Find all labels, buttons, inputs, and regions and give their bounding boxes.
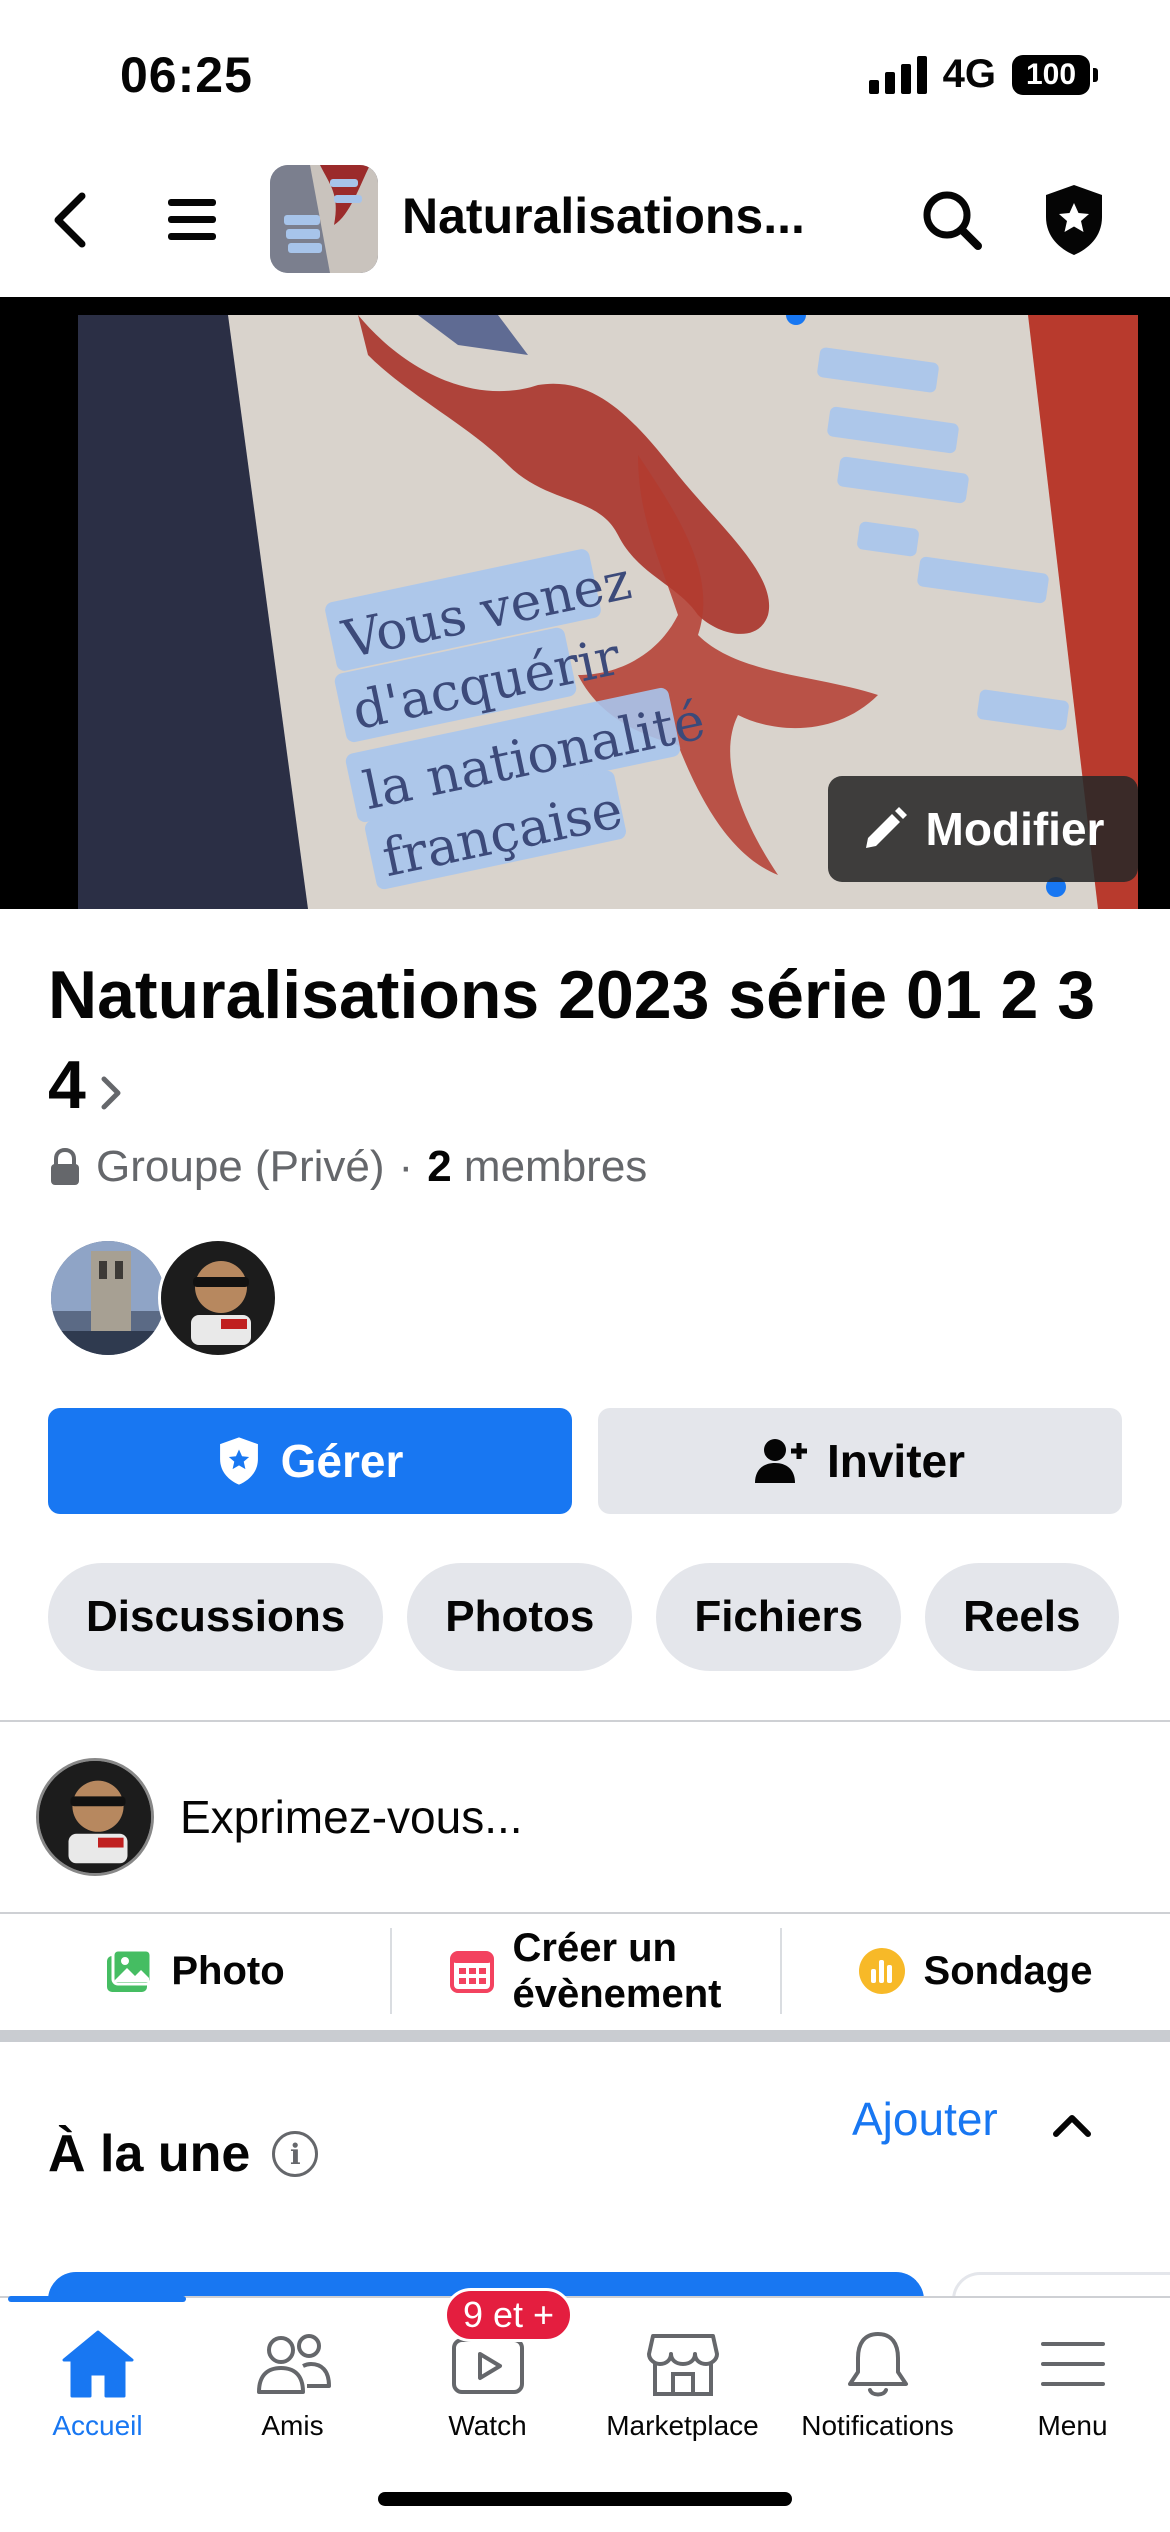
nav-menu[interactable]: Menu: [975, 2328, 1170, 2442]
group-tabs: Discussions Photos Fichiers Reels: [48, 1563, 1119, 1671]
friends-icon: [256, 2334, 331, 2394]
admin-shield-icon[interactable]: [1036, 182, 1112, 258]
nav-home-label: Accueil: [52, 2410, 143, 2441]
group-thumbnail[interactable]: [270, 165, 378, 273]
lock-icon: [51, 1147, 79, 1185]
nav-watch-label: Watch: [448, 2410, 527, 2441]
nav-marketplace-label: Marketplace: [606, 2410, 759, 2441]
status-bar: 06:25 4G 100: [0, 0, 1170, 150]
status-time: 06:25: [120, 47, 253, 103]
featured-title-text: À la une: [48, 2125, 251, 2183]
tab-files[interactable]: Fichiers: [656, 1563, 902, 1671]
group-name[interactable]: Naturalisations 2023 série 01 2 3 4: [48, 950, 1128, 1135]
shield-star-icon: [219, 1437, 258, 1485]
home-icon: [62, 2330, 133, 2398]
edit-cover-label: Modifier: [925, 803, 1105, 855]
group-meta[interactable]: Groupe (Privé) · 2 membres: [48, 1142, 647, 1192]
add-person-icon: [754, 1439, 807, 1483]
member-count: 2: [427, 1142, 452, 1191]
battery-icon: 100: [1012, 54, 1098, 95]
chevron-up-icon[interactable]: [1050, 2110, 1094, 2145]
member-avatars[interactable]: [48, 1238, 278, 1362]
nav-notifications-label: Notifications: [801, 2410, 954, 2441]
header-title[interactable]: Naturalisations...: [402, 187, 805, 245]
pencil-icon: [865, 807, 907, 848]
network-type: 4G: [942, 52, 996, 96]
calendar-icon: [449, 1951, 494, 1993]
nav-marketplace[interactable]: Marketplace: [585, 2328, 780, 2442]
avatar[interactable]: [48, 1238, 168, 1358]
nav-watch[interactable]: Watch: [390, 2328, 585, 2442]
featured-add-link[interactable]: Ajouter: [852, 2092, 998, 2146]
nav-friends-label: Amis: [261, 2410, 324, 2441]
poll-icon: [858, 1948, 905, 1994]
manage-button[interactable]: Gérer: [48, 1408, 572, 1514]
edit-cover-button[interactable]: Modifier: [828, 776, 1138, 882]
group-header: Naturalisations...: [0, 160, 1170, 280]
menu-icon: [1040, 2342, 1105, 2386]
status-indicators: 4G 100: [868, 52, 1098, 97]
watch-notification-badge: 9 et +: [444, 2288, 574, 2342]
event-action-label: Créer un évènement: [513, 1925, 722, 2017]
home-indicator[interactable]: [378, 2492, 792, 2506]
nav-menu-label: Menu: [1037, 2410, 1108, 2441]
tab-photos[interactable]: Photos: [407, 1563, 633, 1671]
active-tab-indicator: [8, 2296, 186, 2302]
meta-separator: ·: [398, 1142, 414, 1191]
battery-level: 100: [1025, 57, 1077, 91]
back-icon[interactable]: [32, 182, 108, 258]
invite-label: Inviter: [826, 1435, 966, 1487]
poll-action-label: Sondage: [923, 1948, 1093, 1993]
signal-icon: [868, 55, 927, 94]
tab-reels[interactable]: Reels: [925, 1563, 1119, 1671]
composer-placeholder[interactable]: Exprimez-vous...: [180, 1790, 523, 1844]
manage-label: Gérer: [280, 1435, 404, 1487]
chevron-right-icon: [98, 1045, 124, 1135]
hamburger-icon[interactable]: [154, 182, 230, 258]
composer-actions: Photo Créer un évènement Sondage: [0, 1914, 1170, 2028]
marketplace-icon: [646, 2334, 719, 2396]
nav-home[interactable]: Accueil: [0, 2328, 195, 2442]
event-label-line-1: Créer un: [512, 1926, 678, 1970]
nav-friends[interactable]: Amis: [195, 2328, 390, 2442]
poll-action-button[interactable]: Sondage: [780, 1914, 1170, 2028]
photo-icon: [107, 1948, 153, 1992]
nav-notifications[interactable]: Notifications: [780, 2328, 975, 2442]
search-icon[interactable]: [914, 182, 990, 258]
info-icon[interactable]: i: [272, 2131, 319, 2177]
section-separator: [0, 2030, 1170, 2042]
photo-action-button[interactable]: Photo: [0, 1914, 390, 2028]
featured-section-title: À la une i: [48, 2124, 319, 2184]
event-label-line-2: évènement: [512, 1972, 722, 2016]
event-action-button[interactable]: Créer un évènement: [390, 1914, 780, 2028]
members-word: membres: [463, 1142, 648, 1191]
tab-discussions[interactable]: Discussions: [48, 1563, 384, 1671]
avatar[interactable]: [36, 1758, 154, 1876]
bell-icon: [847, 2332, 908, 2397]
avatar[interactable]: [158, 1238, 278, 1358]
photo-action-label: Photo: [171, 1948, 285, 1993]
invite-button[interactable]: Inviter: [598, 1408, 1122, 1514]
post-composer[interactable]: Exprimez-vous...: [0, 1722, 1170, 1912]
group-privacy: Groupe (Privé): [96, 1142, 385, 1191]
group-name-text: Naturalisations 2023 série 01 2 3 4: [48, 957, 1096, 1123]
